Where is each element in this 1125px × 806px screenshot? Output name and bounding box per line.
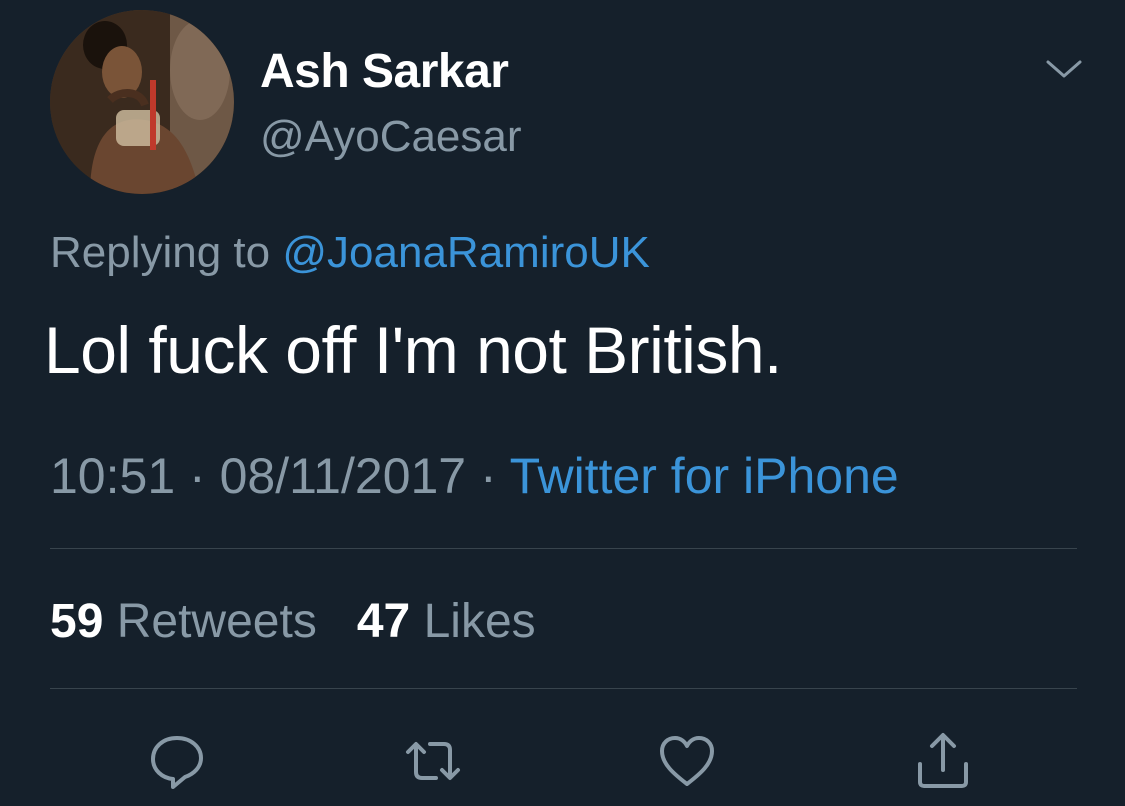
divider — [50, 688, 1077, 689]
reply-icon[interactable] — [146, 730, 208, 792]
meta-separator: · — [189, 448, 220, 504]
replying-to-mention[interactable]: @JoanaRamiroUK — [282, 228, 649, 277]
share-icon[interactable] — [912, 730, 974, 792]
avatar[interactable] — [50, 10, 234, 194]
chevron-down-icon[interactable] — [1044, 54, 1084, 84]
retweets-stat[interactable]: 59 Retweets — [50, 595, 317, 648]
tweet-text: Lol fuck off I'm not British. — [44, 313, 782, 387]
replying-to-prefix: Replying to — [50, 228, 271, 277]
likes-label: Likes — [423, 595, 536, 648]
author-handle[interactable]: @AyoCaesar — [260, 112, 522, 162]
tweet-time: 10:51 — [50, 448, 176, 504]
tweet-source-link[interactable]: Twitter for iPhone — [510, 448, 899, 504]
likes-count: 47 — [356, 595, 411, 648]
avatar-photo — [50, 10, 234, 194]
author-display-name[interactable]: Ash Sarkar — [260, 44, 509, 99]
heart-icon[interactable] — [656, 730, 718, 792]
likes-stat[interactable]: 47 Likes — [357, 595, 536, 648]
divider — [50, 548, 1077, 549]
tweet-date: 08/11/2017 — [219, 448, 467, 504]
replying-to: Replying to @JoanaRamiroUK — [50, 228, 650, 278]
meta-separator: · — [480, 448, 510, 504]
tweet-stats: 59 Retweets 47 Likes — [50, 594, 536, 649]
retweets-count: 59 — [50, 595, 104, 648]
retweets-label: Retweets — [116, 595, 317, 648]
tweet-meta: 10:51 · 08/11/2017 · Twitter for iPhone — [50, 447, 899, 505]
retweet-icon[interactable] — [402, 730, 464, 792]
